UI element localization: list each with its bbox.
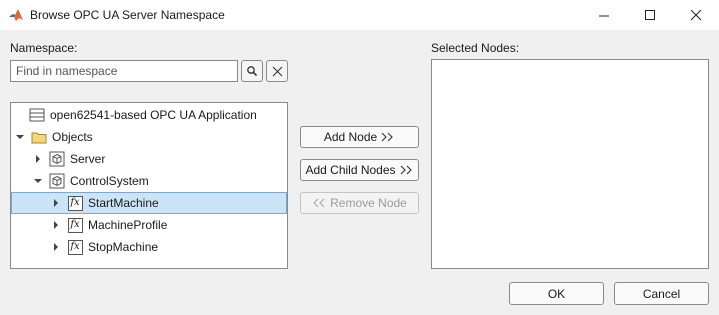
tree-item-controlsystem[interactable]: ControlSystem [11,170,287,192]
tree-item-label: MachineProfile [88,218,168,232]
clear-search-button[interactable] [266,60,288,82]
tree-item-objects[interactable]: Objects [11,126,287,148]
double-chevron-left-icon [313,198,325,208]
add-node-button[interactable]: Add Node [300,126,419,148]
add-node-label: Add Node [323,130,378,144]
matlab-logo-icon [8,7,24,23]
remove-node-button[interactable]: Remove Node [300,192,419,214]
chevron-right-icon[interactable] [33,154,43,164]
method-icon: fx [67,195,83,211]
maximize-icon [644,9,655,20]
tree-item-label: StopMachine [88,240,159,254]
namespace-label: Namespace: [10,41,78,55]
add-child-nodes-label: Add Child Nodes [305,163,396,177]
selected-nodes-label: Selected Nodes: [431,41,520,55]
close-icon [690,9,701,20]
chevron-right-icon[interactable] [51,220,61,230]
minimize-button[interactable] [581,0,627,30]
chevron-right-icon[interactable] [51,242,61,252]
tree-item-startmachine[interactable]: fx StartMachine [11,192,287,214]
tree-item-label: Objects [52,130,93,144]
cancel-label: Cancel [642,286,681,301]
selected-nodes-list[interactable] [431,59,709,269]
window-title: Browse OPC UA Server Namespace [30,8,225,22]
minimize-icon [598,15,609,16]
add-child-nodes-button[interactable]: Add Child Nodes [300,159,419,181]
chevron-right-icon[interactable] [51,198,61,208]
tree-item-label: StartMachine [88,196,159,210]
method-icon: fx [67,217,83,233]
object-icon [49,151,65,167]
namespace-tree[interactable]: open62541-based OPC UA Application Objec… [10,102,288,269]
tree-item-label: ControlSystem [70,174,149,188]
cancel-button[interactable]: Cancel [614,282,709,305]
object-icon [49,173,65,189]
close-window-button[interactable] [673,0,719,30]
tree-item-root[interactable]: open62541-based OPC UA Application [11,104,287,126]
remove-node-label: Remove Node [330,196,407,210]
method-glyph: fx [67,239,83,255]
tree-item-label: Server [70,152,106,166]
folder-icon [31,129,47,145]
search-icon [247,66,258,77]
tree-item-machineprofile[interactable]: fx MachineProfile [11,214,287,236]
method-glyph: fx [67,217,83,233]
chevron-down-icon[interactable] [15,132,25,142]
tree-item-stopmachine[interactable]: fx StopMachine [11,236,287,258]
double-chevron-right-icon [381,132,393,142]
namespace-search-input[interactable] [10,60,238,82]
title-bar: Browse OPC UA Server Namespace [0,0,719,30]
close-icon [272,66,282,76]
chevron-down-icon[interactable] [33,176,43,186]
server-icon [29,107,45,123]
ok-label: OK [547,286,566,301]
tree-item-server[interactable]: Server [11,148,287,170]
double-chevron-right-icon [400,165,412,175]
method-icon: fx [67,239,83,255]
search-button[interactable] [241,60,263,82]
ok-button[interactable]: OK [509,282,604,305]
method-glyph: fx [67,195,83,211]
tree-item-label: open62541-based OPC UA Application [50,108,257,122]
maximize-button[interactable] [627,0,673,30]
